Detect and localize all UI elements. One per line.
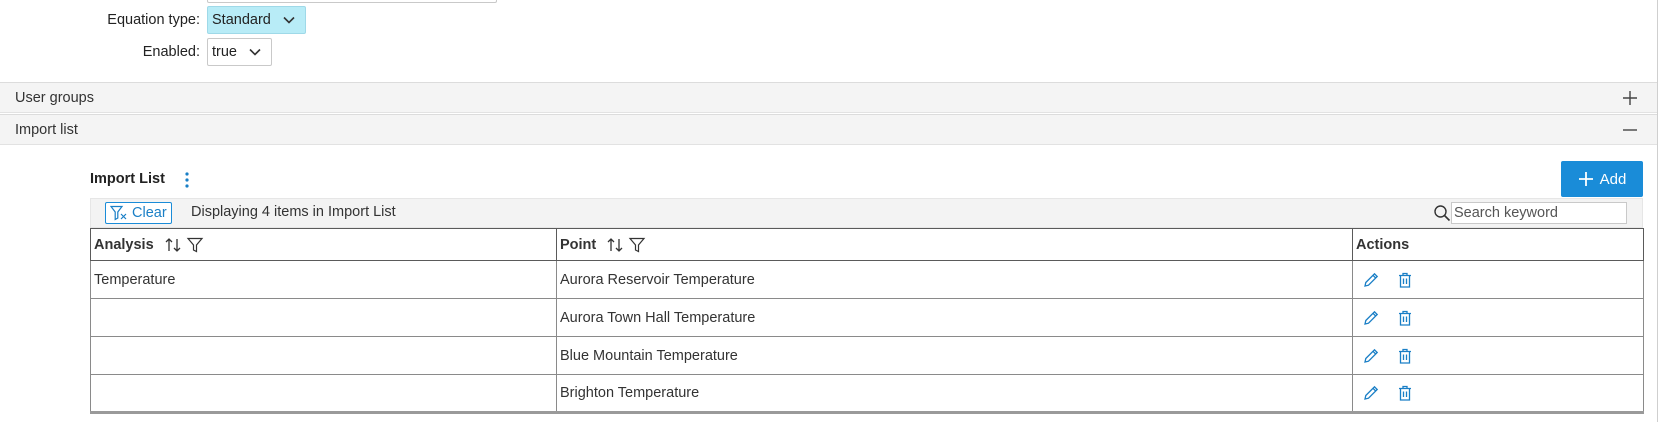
actions-cell bbox=[1352, 336, 1644, 375]
analysis-cell: Temperature bbox=[90, 260, 557, 299]
kebab-menu-icon[interactable] bbox=[184, 170, 190, 190]
point-cell: Aurora Reservoir Temperature bbox=[556, 260, 1353, 299]
clear-button-label: Clear bbox=[132, 205, 167, 221]
column-header-actions: Actions bbox=[1352, 228, 1644, 261]
point-cell: Aurora Town Hall Temperature bbox=[556, 298, 1353, 337]
equation-type-value: Standard bbox=[212, 12, 271, 28]
table-header-row: Analysis Point Actions bbox=[90, 228, 1644, 261]
point-cell: Brighton Temperature bbox=[556, 374, 1353, 414]
edit-icon[interactable] bbox=[1362, 271, 1380, 289]
column-header-label: Actions bbox=[1356, 236, 1410, 253]
previous-field-input[interactable] bbox=[207, 0, 497, 3]
sort-icon[interactable] bbox=[164, 236, 182, 254]
edit-icon[interactable] bbox=[1362, 384, 1380, 402]
enabled-label: Enabled: bbox=[142, 44, 200, 60]
import-list-title: Import list bbox=[15, 121, 78, 138]
search-icon bbox=[1434, 205, 1451, 222]
enabled-value: true bbox=[212, 44, 237, 60]
add-button-label: Add bbox=[1599, 170, 1627, 188]
delete-icon[interactable] bbox=[1396, 347, 1414, 365]
filter-icon[interactable] bbox=[186, 236, 204, 254]
window-right-border bbox=[1657, 0, 1658, 422]
column-header-analysis[interactable]: Analysis bbox=[90, 228, 557, 261]
table-row[interactable]: Blue Mountain Temperature bbox=[90, 336, 1644, 375]
delete-icon[interactable] bbox=[1396, 271, 1414, 289]
import-list-panel-header[interactable]: Import list bbox=[0, 114, 1657, 145]
import-list-heading: Import List bbox=[90, 171, 165, 187]
search-input[interactable] bbox=[1451, 202, 1627, 224]
enabled-select[interactable]: true bbox=[207, 38, 272, 66]
column-header-label: Point bbox=[560, 236, 597, 253]
filter-clear-icon bbox=[110, 205, 127, 221]
plus-icon[interactable] bbox=[1621, 89, 1639, 107]
analysis-cell bbox=[90, 336, 557, 375]
delete-icon[interactable] bbox=[1396, 309, 1414, 327]
chevron-down-icon bbox=[283, 16, 295, 24]
delete-icon[interactable] bbox=[1396, 384, 1414, 402]
point-cell: Blue Mountain Temperature bbox=[556, 336, 1353, 375]
clear-filters-button[interactable]: Clear bbox=[105, 202, 172, 224]
edit-icon[interactable] bbox=[1362, 347, 1380, 365]
chevron-down-icon bbox=[249, 48, 261, 56]
table-row[interactable]: Aurora Town Hall Temperature bbox=[90, 298, 1644, 337]
add-button[interactable]: Add bbox=[1561, 161, 1643, 197]
user-groups-panel-header[interactable]: User groups bbox=[0, 82, 1657, 113]
sort-icon[interactable] bbox=[606, 236, 624, 254]
equation-type-label: Equation type: bbox=[107, 12, 200, 28]
edit-icon[interactable] bbox=[1362, 309, 1380, 327]
user-groups-title: User groups bbox=[15, 89, 94, 106]
actions-cell bbox=[1352, 260, 1644, 299]
analysis-cell bbox=[90, 298, 557, 337]
import-list-table: Analysis Point Actions Temperature Auror… bbox=[90, 228, 1644, 414]
table-row[interactable]: Temperature Aurora Reservoir Temperature bbox=[90, 260, 1644, 299]
filter-icon[interactable] bbox=[628, 236, 646, 254]
column-header-point[interactable]: Point bbox=[556, 228, 1353, 261]
plus-icon bbox=[1578, 172, 1593, 186]
items-count-text: Displaying 4 items in Import List bbox=[191, 204, 396, 220]
actions-cell bbox=[1352, 298, 1644, 337]
actions-cell bbox=[1352, 374, 1644, 414]
equation-type-select[interactable]: Standard bbox=[207, 6, 306, 34]
column-header-label: Analysis bbox=[94, 236, 154, 253]
analysis-cell bbox=[90, 374, 557, 414]
minus-icon[interactable] bbox=[1621, 121, 1639, 139]
table-row[interactable]: Brighton Temperature bbox=[90, 374, 1644, 414]
